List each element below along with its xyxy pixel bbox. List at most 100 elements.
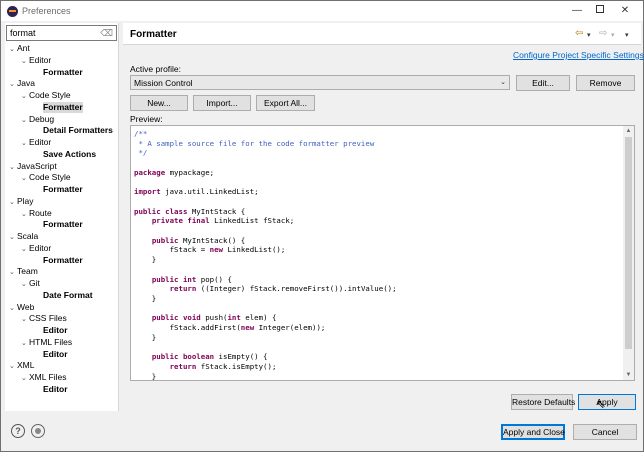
- chevron-down-icon[interactable]: ⌄: [9, 232, 17, 243]
- tree-item[interactable]: ⌄ Code Style: [21, 172, 71, 183]
- scroll-down-icon[interactable]: ▼: [623, 370, 634, 380]
- close-button[interactable]: ✕: [612, 1, 638, 21]
- import-profile-button[interactable]: Import...: [193, 95, 251, 111]
- chevron-down-icon[interactable]: ⌄: [21, 373, 29, 384]
- tree-item-label: Date Format: [43, 289, 93, 300]
- code-line: public class MyIntStack {: [134, 207, 245, 217]
- tree-item[interactable]: ⌄ Git: [21, 278, 40, 289]
- code-text: LinkedList();: [223, 245, 286, 255]
- tree-item[interactable]: Editor: [43, 325, 68, 336]
- tree-item[interactable]: ⌄ CSS Files: [21, 313, 67, 324]
- chevron-down-icon[interactable]: ⌄: [9, 44, 17, 55]
- tree-item[interactable]: ⌄ XML Files: [21, 372, 66, 383]
- scrollbar-thumb[interactable]: [625, 137, 632, 349]
- preview-scrollbar[interactable]: ▲ ▼: [623, 126, 634, 380]
- code-text: mypackage;: [165, 167, 215, 177]
- chevron-down-icon[interactable]: ⌄: [21, 244, 29, 255]
- code-line: return fStack.isEmpty();: [134, 362, 277, 372]
- record-macro-icon[interactable]: [31, 424, 45, 438]
- tree-item[interactable]: ⌄ Web: [9, 302, 34, 313]
- code-keyword: private final: [151, 216, 210, 226]
- forward-dropdown-icon[interactable]: ▾: [611, 31, 615, 39]
- active-profile-select[interactable]: Mission Control ⌄: [130, 75, 510, 90]
- tree-item[interactable]: ⌄ XML: [9, 360, 34, 371]
- chevron-down-icon[interactable]: ⌄: [9, 267, 17, 278]
- configure-project-settings-link[interactable]: Configure Project Specific Settings...: [513, 50, 644, 60]
- chevron-down-icon[interactable]: ⌄: [21, 314, 29, 325]
- chevron-down-icon[interactable]: ⌄: [9, 361, 17, 372]
- tree-item[interactable]: ⌄ HTML Files: [21, 337, 72, 348]
- chevron-down-icon[interactable]: ⌄: [9, 197, 17, 208]
- view-menu-icon[interactable]: ▾: [625, 31, 629, 39]
- code-text: fStack =: [134, 245, 210, 255]
- tree-item[interactable]: ⌄ Editor: [21, 243, 51, 254]
- chevron-down-icon[interactable]: ⌄: [21, 91, 29, 102]
- restore-defaults-button[interactable]: Restore Defaults: [511, 394, 575, 410]
- tree-item[interactable]: Formatter: [43, 101, 83, 113]
- filter-input[interactable]: format ⌫: [6, 25, 117, 41]
- tree-item[interactable]: ⌄ Code Style: [21, 90, 71, 101]
- chevron-down-icon[interactable]: ⌄: [21, 173, 29, 184]
- edit-profile-button[interactable]: Edit...: [516, 75, 570, 91]
- tree-item[interactable]: Formatter: [43, 219, 83, 230]
- tree-item[interactable]: Date Format: [43, 290, 93, 301]
- tree-item[interactable]: Editor: [43, 349, 68, 360]
- tree-item[interactable]: ⌄ Editor: [21, 137, 51, 148]
- back-dropdown-icon[interactable]: ▾: [587, 31, 591, 39]
- tree-item[interactable]: Formatter: [43, 184, 83, 195]
- maximize-button[interactable]: [587, 1, 613, 21]
- tree-item[interactable]: Formatter: [43, 67, 83, 78]
- scroll-up-icon[interactable]: ▲: [623, 126, 634, 136]
- tree-item[interactable]: Save Actions: [43, 149, 96, 160]
- tree-item[interactable]: ⌄ Route: [21, 208, 52, 219]
- code-line: import java.util.LinkedList;: [134, 187, 259, 197]
- new-profile-button[interactable]: New...: [130, 95, 188, 111]
- code-line: public void push(int elem) {: [134, 313, 277, 323]
- code-keyword: int: [227, 313, 241, 323]
- tree-item[interactable]: ⌄ Ant: [9, 43, 30, 54]
- help-icon[interactable]: ?: [11, 424, 25, 438]
- tree-item-label: Team: [17, 266, 38, 277]
- tree-item-label: CSS Files: [29, 313, 67, 324]
- tree-item-label: Editor: [29, 242, 52, 253]
- tree-item[interactable]: Editor: [43, 384, 68, 395]
- apply-button[interactable]: Apply: [578, 394, 636, 410]
- chevron-down-icon[interactable]: ⌄: [21, 338, 29, 349]
- tree-item-label: Formatter: [43, 254, 83, 265]
- apply-and-close-button[interactable]: Apply and Close: [501, 424, 565, 440]
- tree-item[interactable]: ⌄ Play: [9, 196, 34, 207]
- code-keyword: public boolean: [151, 352, 215, 362]
- tree-item[interactable]: ⌄ Editor: [21, 55, 51, 66]
- code-keyword: public int: [151, 274, 197, 284]
- tree-item-label: Editor: [43, 325, 68, 335]
- tree-item[interactable]: ⌄ Debug: [21, 114, 54, 125]
- tree-item[interactable]: Detail Formatters: [43, 125, 113, 136]
- tree-item[interactable]: Formatter: [43, 255, 83, 266]
- forward-arrow-icon[interactable]: ⇨: [599, 28, 607, 39]
- chevron-down-icon[interactable]: ⌄: [9, 303, 17, 314]
- title-bar[interactable]: Preferences — ✕: [1, 1, 643, 21]
- tree-item[interactable]: ⌄ Scala: [9, 231, 38, 242]
- remove-profile-button[interactable]: Remove: [576, 75, 635, 91]
- code-line: }: [134, 293, 157, 303]
- chevron-down-icon[interactable]: ⌄: [21, 138, 29, 149]
- chevron-down-icon[interactable]: ⌄: [21, 56, 29, 67]
- tree-item[interactable]: ⌄ Java: [9, 78, 35, 89]
- tree-item[interactable]: ⌄ Team: [9, 266, 38, 277]
- chevron-down-icon[interactable]: ⌄: [9, 79, 17, 90]
- clear-filter-icon[interactable]: ⌫: [100, 28, 113, 39]
- cancel-button[interactable]: Cancel: [573, 424, 637, 440]
- back-arrow-icon[interactable]: ⇦: [575, 28, 583, 39]
- chevron-down-icon[interactable]: ⌄: [21, 209, 29, 220]
- chevron-down-icon[interactable]: ⌄: [21, 115, 29, 126]
- export-all-button[interactable]: Export All...: [256, 95, 315, 111]
- code-text: MyIntStack() {: [178, 235, 246, 245]
- tree-item[interactable]: ⌄ JavaScript: [9, 161, 57, 172]
- chevron-down-icon[interactable]: ⌄: [21, 279, 29, 290]
- chevron-down-icon[interactable]: ⌄: [9, 162, 17, 173]
